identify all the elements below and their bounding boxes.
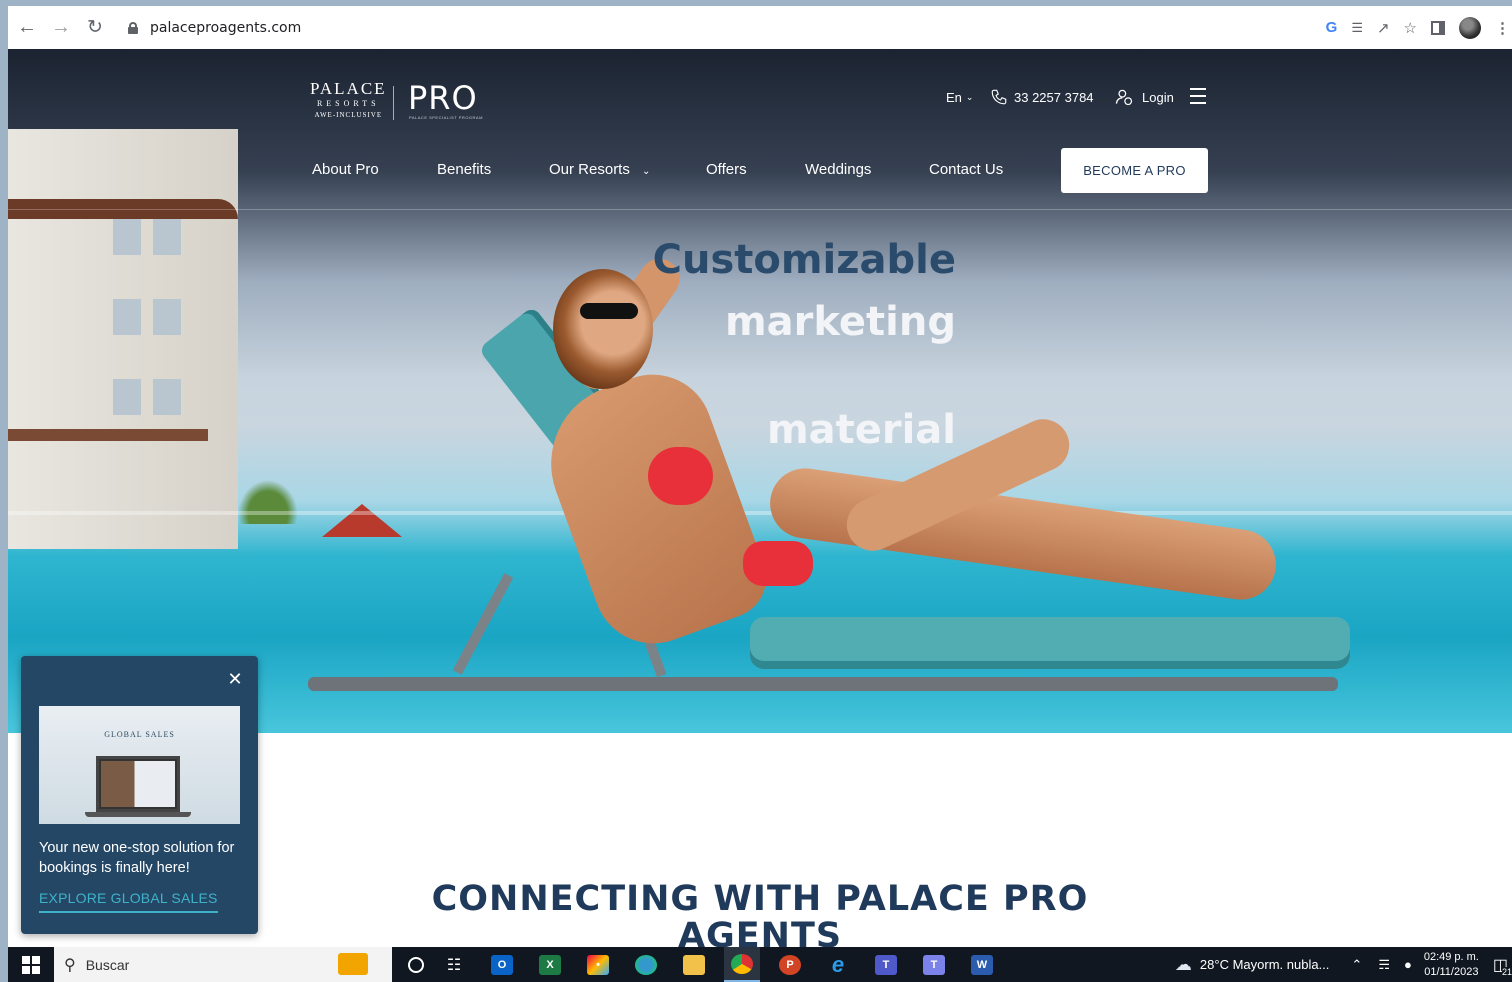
url-text[interactable]: palaceproagents.com <box>150 20 301 36</box>
translate-icon[interactable]: ☰ <box>1351 20 1363 36</box>
reload-icon[interactable]: ↻ <box>80 13 110 43</box>
word-icon[interactable]: W <box>964 947 1000 982</box>
close-icon[interactable]: ✕ <box>226 670 244 688</box>
profile-avatar[interactable] <box>1459 16 1481 39</box>
plant-image <box>233 474 303 524</box>
powerpoint-icon[interactable]: P <box>772 947 808 982</box>
clock[interactable]: 02:49 p. m. 01/11/2023 <box>1424 950 1479 980</box>
internet-explorer-icon[interactable]: e <box>820 947 856 982</box>
phone-number: 33 2257 3784 <box>1014 89 1094 105</box>
phone-link[interactable]: 33 2257 3784 <box>990 86 1094 108</box>
weather-text[interactable]: 28°C Mayorm. nubla... <box>1200 957 1329 972</box>
bikini-bottom-image <box>743 541 813 586</box>
address-bar[interactable]: palaceproagents.com <box>128 20 301 36</box>
forward-arrow-icon[interactable]: → <box>46 13 76 43</box>
global-sales-popup: ✕ GLOBAL SALES Your new one-stop solutio… <box>21 656 258 934</box>
excel-icon[interactable]: X <box>532 947 568 982</box>
logo-palace-text: PALACE <box>310 79 387 98</box>
browser-toolbar: ← → ↻ palaceproagents.com G ☰ ↗ ☆ ⋮ <box>8 6 1512 49</box>
popup-message: Your new one-stop solution for bookings … <box>39 840 235 876</box>
chrome-icon[interactable] <box>724 947 760 982</box>
star-icon[interactable]: ☆ <box>1404 19 1417 37</box>
global-sales-image: GLOBAL SALES <box>39 706 240 824</box>
google-icon[interactable]: G <box>1326 19 1338 36</box>
notifications-icon[interactable]: ◫ 21 <box>1493 955 1512 977</box>
login-link[interactable]: Login <box>1114 86 1174 108</box>
logo-tagline: AWE-INCLUSIVE <box>314 111 383 119</box>
laptop-image <box>96 756 180 812</box>
logo-resorts-text: RESORTS <box>316 99 380 108</box>
bikini-top-image <box>648 447 713 505</box>
hamburger-menu-icon[interactable] <box>1190 88 1206 104</box>
clock-time: 02:49 p. m. <box>1423 950 1479 963</box>
clock-date: 01/11/2023 <box>1424 965 1479 978</box>
paint-icon[interactable]: • <box>580 947 616 982</box>
search-icon: ⚲ <box>64 956 76 974</box>
logo-separator <box>393 86 394 120</box>
file-explorer-icon[interactable] <box>676 947 712 982</box>
login-label: Login <box>1142 89 1174 105</box>
windows-icon <box>22 955 40 974</box>
nav-contact-us[interactable]: Contact Us <box>929 161 1003 181</box>
chevron-down-icon: ⌄ <box>965 91 974 102</box>
nav-our-resorts[interactable]: Our Resorts ⌄ <box>549 161 650 181</box>
woman-head-image <box>553 269 653 389</box>
taskbar-search[interactable]: ⚲ Buscar <box>54 947 392 982</box>
language-selector[interactable]: En ⌄ <box>946 86 973 108</box>
teams-work-icon[interactable]: T <box>868 947 904 982</box>
lounger-leg <box>452 573 514 675</box>
woman-legs-image <box>765 463 1281 605</box>
nav-our-resorts-label: Our Resorts <box>549 161 630 178</box>
hotel-building-image <box>8 129 238 549</box>
become-a-pro-button[interactable]: BECOME A PRO <box>1061 148 1208 193</box>
lounger-seat <box>750 617 1350 669</box>
sunglasses-image <box>580 303 638 319</box>
windows-taskbar: ⚲ Buscar ☷ O X • P e T T W ☁ 28°C Mayorm… <box>8 947 1512 982</box>
language-label: En <box>946 89 962 105</box>
network-icon[interactable]: ☴ <box>1378 957 1390 973</box>
weather-icon[interactable]: ☁ <box>1175 955 1192 975</box>
phone-icon <box>991 89 1007 105</box>
search-placeholder: Buscar <box>85 956 130 973</box>
laptop-base <box>85 812 191 817</box>
palace-resorts-logo[interactable]: PALACE RESORTS AWE-INCLUSIVE <box>310 79 387 119</box>
hero-headline-line-3: material <box>766 407 956 453</box>
back-arrow-icon[interactable]: ← <box>12 13 42 43</box>
side-panel-icon[interactable] <box>1431 20 1445 35</box>
nav-benefits[interactable]: Benefits <box>437 161 491 181</box>
pro-logo[interactable]: PRO <box>408 79 478 117</box>
cortana-icon[interactable] <box>398 947 434 982</box>
lounger-frame <box>308 677 1338 691</box>
nav-about-pro[interactable]: About Pro <box>312 161 379 181</box>
task-view-icon[interactable]: ☷ <box>436 947 472 982</box>
microphone-icon[interactable]: ● <box>1404 957 1412 972</box>
header-divider <box>8 209 1512 210</box>
nav-offers[interactable]: Offers <box>706 161 747 181</box>
horizon-line <box>8 511 1512 515</box>
teams-icon[interactable]: T <box>916 947 952 982</box>
user-icon <box>1115 89 1133 106</box>
outlook-icon[interactable]: O <box>484 947 520 982</box>
hero-banner: PALACE RESORTS AWE-INCLUSIVE PRO PALACE … <box>8 49 1512 733</box>
hero-headline-line-1: Customizable <box>652 237 956 283</box>
lock-icon[interactable] <box>128 21 138 34</box>
red-roof-image <box>322 504 402 537</box>
explore-global-sales-link[interactable]: EXPLORE GLOBAL SALES <box>39 890 218 913</box>
chevron-up-icon[interactable]: ⌃ <box>1351 957 1362 973</box>
edge-icon[interactable] <box>628 947 664 982</box>
menu-dots-icon[interactable]: ⋮ <box>1495 19 1510 37</box>
share-icon[interactable]: ↗ <box>1377 19 1390 37</box>
hero-headline-line-2: marketing <box>725 299 956 345</box>
global-sales-brand: GLOBAL SALES <box>104 730 175 739</box>
chevron-down-icon: ⌄ <box>642 166 651 177</box>
briefcase-icon[interactable] <box>338 953 368 975</box>
notification-count: 21 <box>1501 966 1512 977</box>
pro-logo-tagline: PALACE SPECIALIST PROGRAM <box>409 115 483 120</box>
start-button[interactable] <box>8 947 54 982</box>
nav-weddings[interactable]: Weddings <box>805 161 871 181</box>
